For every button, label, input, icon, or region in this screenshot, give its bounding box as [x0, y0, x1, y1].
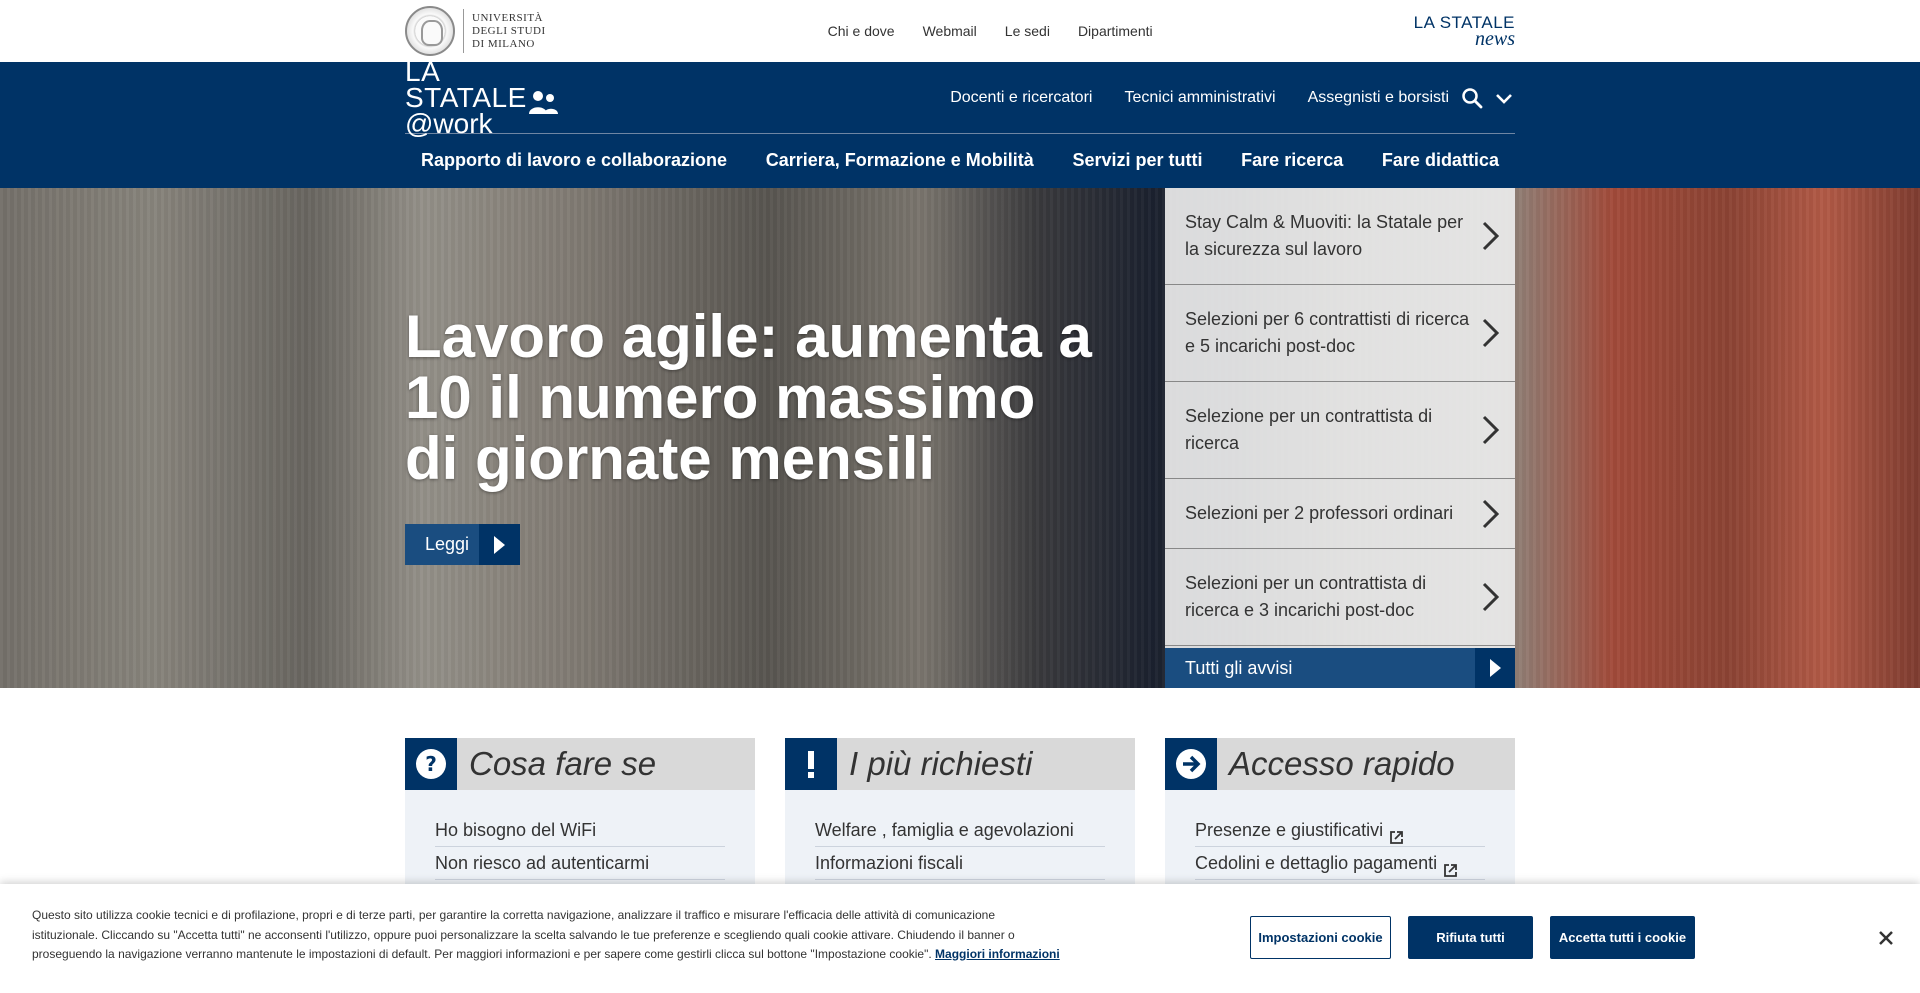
main-nav-ricerca[interactable]: Fare ricerca: [1241, 150, 1343, 171]
notice-text: Stay Calm & Muoviti: la Statale per la s…: [1185, 212, 1464, 259]
main-nav-didattica[interactable]: Fare didattica: [1382, 150, 1499, 171]
card-header: Accesso rapido: [1165, 738, 1515, 790]
close-icon[interactable]: [1876, 928, 1896, 948]
chevron-right-icon: [1479, 497, 1501, 531]
statale-work-logo[interactable]: LA STATALE @work: [405, 57, 558, 137]
main-nav-carriera[interactable]: Carriera, Formazione e Mobilità: [766, 150, 1034, 171]
question-icon: ?: [405, 738, 457, 790]
notice-item[interactable]: Stay Calm & Muoviti: la Statale per la s…: [1165, 188, 1515, 285]
card-title: Accesso rapido: [1229, 745, 1455, 782]
notice-text: Selezioni per 2 professori ordinari: [1185, 503, 1454, 523]
chevron-right-icon: [1479, 219, 1501, 253]
university-name: UNIVERSITÀ DEGLI STUDI DI MILANO: [472, 11, 546, 50]
play-arrow-icon: [1475, 648, 1515, 688]
quick-cards: ? Cosa fare se Ho bisogno del WiFi Non r…: [0, 688, 1920, 910]
read-more-button[interactable]: Leggi: [405, 524, 520, 565]
notice-item[interactable]: Selezioni per 2 professori ordinari: [1165, 479, 1515, 549]
svg-text:?: ?: [425, 752, 437, 776]
notice-item[interactable]: Selezione per un contrattista di ricerca: [1165, 382, 1515, 479]
cookie-message: Questo sito utilizza cookie tecnici e di…: [32, 906, 1062, 965]
statale-news-logo[interactable]: LA STATALE news: [1414, 14, 1515, 50]
main-nav-servizi[interactable]: Servizi per tutti: [1072, 150, 1202, 171]
top-nav-le-sedi[interactable]: Le sedi: [1005, 23, 1050, 39]
notice-item[interactable]: Selezioni per un contrattista di ricerca…: [1165, 549, 1515, 646]
card-link[interactable]: Presenze e giustificativi: [1195, 814, 1485, 847]
card-link-label: Cedolini e dettaglio pagamenti: [1195, 853, 1438, 873]
main-nav: Rapporto di lavoro e collaborazione Carr…: [405, 134, 1515, 187]
hero-banner: Lavoro agile: aumenta a 10 il numero mas…: [0, 188, 1920, 688]
search-icon[interactable]: [1461, 87, 1483, 109]
audience-assegnisti[interactable]: Assegnisti e borsisti: [1308, 89, 1449, 107]
play-arrow-icon: [479, 524, 520, 565]
card-title: I più richiesti: [849, 745, 1033, 782]
card-link-label: Welfare , famiglia e agevolazioni: [815, 820, 1074, 840]
card-header: I più richiesti: [785, 738, 1135, 790]
header-tools: [1461, 87, 1515, 109]
cookie-settings-button[interactable]: Impostazioni cookie: [1250, 916, 1391, 959]
card-link[interactable]: Informazioni fiscali: [815, 847, 1105, 880]
top-nav-dipartimenti[interactable]: Dipartimenti: [1078, 23, 1153, 39]
exclamation-icon: [785, 738, 837, 790]
main-header: LA STATALE @work Docenti e ricercatori T…: [0, 57, 1920, 188]
hero-title: Lavoro agile: aumenta a 10 il numero mas…: [405, 303, 1092, 492]
external-link-icon: [1389, 823, 1404, 844]
top-nav: Chi e dove Webmail Le sedi Dipartimenti: [828, 23, 1153, 39]
notices-panel: Stay Calm & Muoviti: la Statale per la s…: [1165, 188, 1515, 688]
top-bar: UNIVERSITÀ DEGLI STUDI DI MILANO Chi e d…: [0, 0, 1920, 62]
accept-all-button[interactable]: Accetta tutti i cookie: [1550, 916, 1695, 959]
card-link[interactable]: Cedolini e dettaglio pagamenti: [1195, 847, 1485, 880]
notice-text: Selezioni per un contrattista di ricerca…: [1185, 573, 1427, 620]
arrow-circle-icon: [1165, 738, 1217, 790]
card-link-label: Informazioni fiscali: [815, 853, 964, 873]
university-seal-icon: [405, 6, 455, 56]
audience-docenti[interactable]: Docenti e ricercatori: [950, 89, 1092, 107]
news-logo-line2: news: [1475, 28, 1515, 50]
card-title: Cosa fare se: [469, 745, 657, 782]
card-link[interactable]: Welfare , famiglia e agevolazioni: [815, 814, 1105, 847]
notice-text: Selezioni per 6 contrattisti di ricerca …: [1185, 309, 1470, 356]
chevron-down-icon[interactable]: [1493, 87, 1515, 109]
chevron-right-icon: [1479, 413, 1501, 447]
top-nav-webmail[interactable]: Webmail: [923, 23, 977, 39]
all-notices-button[interactable]: Tutti gli avvisi: [1165, 648, 1515, 688]
card-link-label: Ho bisogno del WiFi: [435, 820, 597, 840]
audience-tecnici[interactable]: Tecnici amministrativi: [1124, 89, 1275, 107]
top-nav-chi-e-dove[interactable]: Chi e dove: [828, 23, 895, 39]
notice-text: Selezione per un contrattista di ricerca: [1185, 406, 1433, 453]
audience-nav: Docenti e ricercatori Tecnici amministra…: [950, 89, 1449, 107]
card-header: ? Cosa fare se: [405, 738, 755, 790]
card-link[interactable]: Ho bisogno del WiFi: [435, 814, 725, 847]
cookie-message-text: Questo sito utilizza cookie tecnici e di…: [32, 908, 1015, 961]
all-notices-label: Tutti gli avvisi: [1185, 657, 1293, 678]
card-link-label: Presenze e giustificativi: [1195, 820, 1384, 840]
university-logo[interactable]: UNIVERSITÀ DEGLI STUDI DI MILANO: [405, 6, 546, 56]
logo-divider: [463, 9, 464, 53]
notice-item[interactable]: Selezioni per 6 contrattisti di ricerca …: [1165, 285, 1515, 382]
chevron-right-icon: [1479, 580, 1501, 614]
card-link-label: Non riesco ad autenticarmi: [435, 853, 650, 873]
chevron-right-icon: [1479, 316, 1501, 350]
external-link-icon: [1443, 856, 1458, 877]
read-more-label: Leggi: [425, 534, 470, 554]
cookie-banner: Questo sito utilizza cookie tecnici e di…: [0, 884, 1920, 993]
reject-all-button[interactable]: Rifiuta tutti: [1408, 916, 1533, 959]
people-icon: [527, 89, 559, 115]
main-nav-rapporto[interactable]: Rapporto di lavoro e collaborazione: [421, 150, 727, 171]
more-info-link[interactable]: Maggiori informazioni: [935, 947, 1060, 961]
card-link[interactable]: Non riesco ad autenticarmi: [435, 847, 725, 880]
